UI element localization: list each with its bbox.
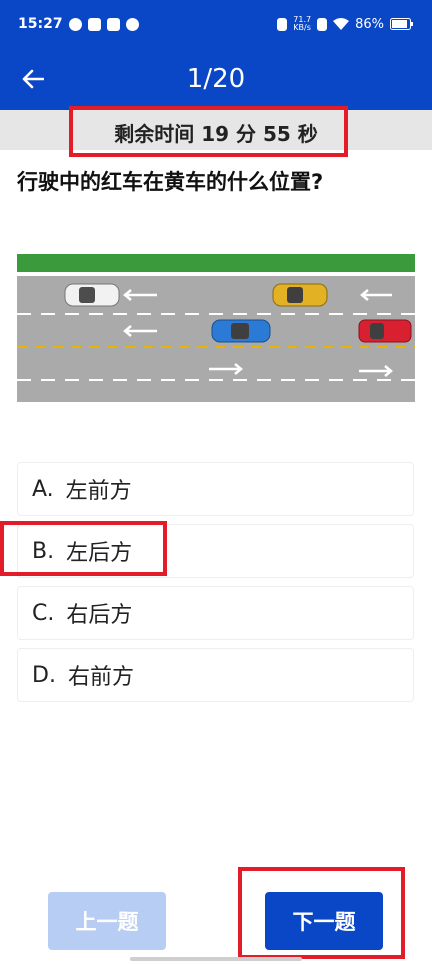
option-d[interactable]: D. 右前方 [17, 648, 414, 702]
net-speed: 71.7 KB/s [293, 15, 312, 32]
option-label: 右后方 [66, 603, 133, 628]
next-button-highlight-box [238, 867, 405, 959]
app-header: 15:27 71.7 KB/s 86% 1/20 [0, 0, 432, 110]
status-time: 15:27 [18, 16, 63, 32]
red-car [358, 319, 412, 343]
battery-icon [390, 18, 413, 30]
status-bar: 15:27 71.7 KB/s 86% [0, 0, 432, 48]
road-diagram-image [17, 254, 415, 402]
prev-question-button[interactable]: 上一题 [48, 892, 166, 950]
sim-icon [317, 17, 328, 31]
wifi-icon [333, 18, 350, 30]
option-a[interactable]: A. 左前方 [17, 462, 414, 516]
option-label: 左前方 [65, 479, 132, 504]
option-letter: D. [32, 662, 56, 688]
option-letter: C. [32, 600, 55, 626]
app-notification-icon [125, 17, 139, 31]
white-car [64, 283, 120, 307]
blue-car [211, 319, 271, 343]
page-title: 1/20 [186, 64, 246, 94]
tiktok-icon [87, 17, 101, 31]
home-indicator[interactable] [130, 957, 302, 961]
option-c[interactable]: C. 右后方 [17, 586, 414, 640]
question-text: 行驶中的红车在黄车的什么位置? [17, 170, 324, 194]
vibrate-icon [277, 17, 288, 31]
message-icon [106, 17, 120, 31]
fan-icon [68, 17, 82, 31]
battery-percent: 86% [355, 16, 384, 32]
option-label: 右前方 [67, 665, 134, 690]
grass-strip [17, 254, 415, 274]
nav-bar: 1/20 [0, 48, 432, 110]
option-letter: A. [32, 476, 54, 502]
road-edge-line [17, 272, 415, 276]
timer-highlight-box [69, 106, 348, 157]
option-b-highlight-box [0, 521, 167, 576]
yellow-car [272, 283, 328, 307]
